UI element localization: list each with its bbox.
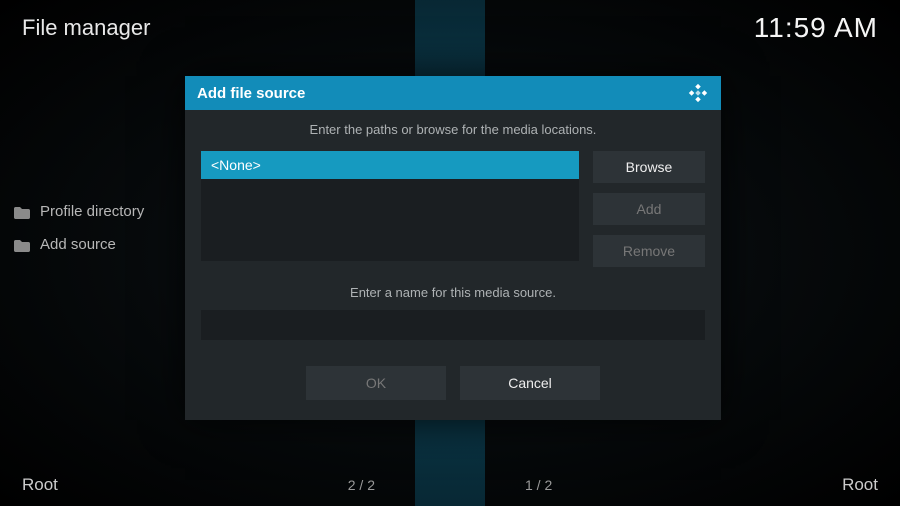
dialog-header: Add file source	[185, 76, 721, 110]
kodi-logo-icon	[687, 82, 709, 104]
header: File manager 11:59 AM	[0, 0, 900, 56]
footer-left-counter: 2 / 2	[348, 477, 375, 493]
sidebar-item-label: Profile directory	[40, 203, 144, 220]
footer-right-root: Root	[842, 475, 878, 495]
folder-icon	[14, 239, 30, 251]
browse-button[interactable]: Browse	[593, 151, 705, 183]
dialog-title: Add file source	[197, 85, 305, 102]
dialog-actions: OK Cancel	[185, 366, 721, 400]
sidebar-item-label: Add source	[40, 236, 116, 253]
ok-button[interactable]: OK	[306, 366, 446, 400]
footer-left-root: Root	[22, 475, 58, 495]
dialog-instruction-name: Enter a name for this media source.	[185, 267, 721, 310]
footer-right-counter: 1 / 2	[525, 477, 552, 493]
folder-icon	[14, 206, 30, 218]
sidebar: Profile directory Add source	[8, 195, 150, 261]
clock: 11:59 AM	[754, 12, 878, 44]
paths-row: <None> Browse Add Remove	[185, 151, 721, 267]
add-file-source-dialog: Add file source Enter the paths or brows…	[185, 76, 721, 420]
side-buttons: Browse Add Remove	[593, 151, 705, 267]
paths-list[interactable]: <None>	[201, 151, 579, 261]
footer: Root 2 / 2 1 / 2 Root	[0, 464, 900, 506]
sidebar-item-add-source[interactable]: Add source	[8, 228, 150, 261]
remove-button[interactable]: Remove	[593, 235, 705, 267]
path-item-selected[interactable]: <None>	[201, 151, 579, 179]
page-title: File manager	[22, 15, 150, 41]
source-name-input[interactable]	[201, 310, 705, 340]
cancel-button[interactable]: Cancel	[460, 366, 600, 400]
add-button[interactable]: Add	[593, 193, 705, 225]
dialog-instruction-paths: Enter the paths or browse for the media …	[185, 110, 721, 151]
sidebar-item-profile-directory[interactable]: Profile directory	[8, 195, 150, 228]
